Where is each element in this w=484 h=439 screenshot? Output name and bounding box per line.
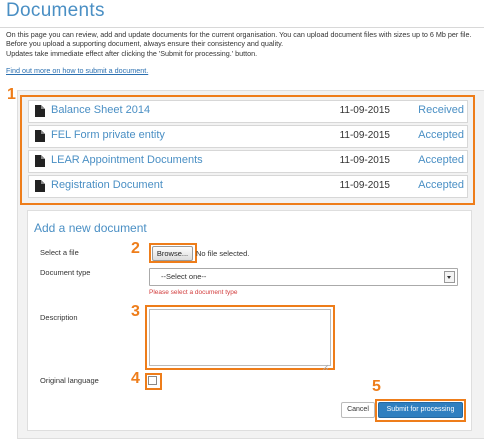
callout-number-1: 1 [7, 86, 16, 103]
document-type-value: --Select one-- [161, 272, 207, 281]
document-name[interactable]: Balance Sheet 2014 [51, 104, 150, 116]
intro-text: On this page you can review, add and upd… [6, 30, 484, 58]
document-date: 11-09-2015 [339, 180, 390, 191]
chevron-down-icon[interactable] [444, 271, 455, 283]
intro-line: Updates take immediate effect after clic… [6, 48, 258, 58]
document-type-error: Please select a document type [149, 289, 238, 296]
original-language-checkbox[interactable] [148, 376, 157, 385]
description-label: Description [40, 313, 78, 322]
document-row[interactable]: FEL Form private entity 11-09-2015 Accep… [28, 125, 468, 148]
form-title: Add a new document [34, 221, 147, 235]
document-icon [35, 130, 45, 142]
document-name[interactable]: Registration Document [51, 179, 163, 191]
submit-button[interactable]: Submit for processing [378, 402, 463, 418]
intro-line: Before you upload a supporting document,… [6, 39, 284, 49]
document-status: Accepted [418, 129, 464, 141]
document-icon [35, 155, 45, 167]
language-label: Original language [40, 376, 99, 385]
document-name[interactable]: LEAR Appointment Documents [51, 154, 203, 166]
document-icon [35, 105, 45, 117]
document-name[interactable]: FEL Form private entity [51, 129, 165, 141]
document-date: 11-09-2015 [339, 155, 390, 166]
cancel-button[interactable]: Cancel [341, 402, 375, 418]
document-row[interactable]: Registration Document 11-09-2015 Accepte… [28, 175, 468, 198]
document-icon [35, 180, 45, 192]
document-status: Received [418, 104, 464, 116]
document-date: 11-09-2015 [339, 105, 390, 116]
page-title: Documents [6, 0, 105, 21]
document-type-label: Document type [40, 268, 91, 277]
browse-button[interactable]: Browse... [152, 246, 193, 261]
document-row[interactable]: LEAR Appointment Documents 11-09-2015 Ac… [28, 150, 468, 173]
intro-line: On this page you can review, add and upd… [6, 30, 472, 39]
document-date: 11-09-2015 [339, 130, 390, 141]
document-row[interactable]: Balance Sheet 2014 11-09-2015 Received [28, 100, 468, 123]
callout-number-2: 2 [131, 240, 140, 257]
title-divider [0, 27, 484, 28]
document-status: Accepted [418, 154, 464, 166]
document-type-select[interactable]: --Select one-- [149, 268, 458, 286]
callout-number-5: 5 [372, 378, 381, 395]
callout-number-3: 3 [131, 303, 140, 320]
no-file-text: No file selected. [196, 249, 250, 258]
document-status: Accepted [418, 179, 464, 191]
resize-grip-icon[interactable] [322, 357, 329, 371]
callout-number-4: 4 [131, 370, 140, 387]
file-label: Select a file [40, 248, 79, 257]
description-textarea[interactable] [149, 309, 331, 366]
help-link[interactable]: Find out more on how to submit a documen… [6, 66, 148, 75]
